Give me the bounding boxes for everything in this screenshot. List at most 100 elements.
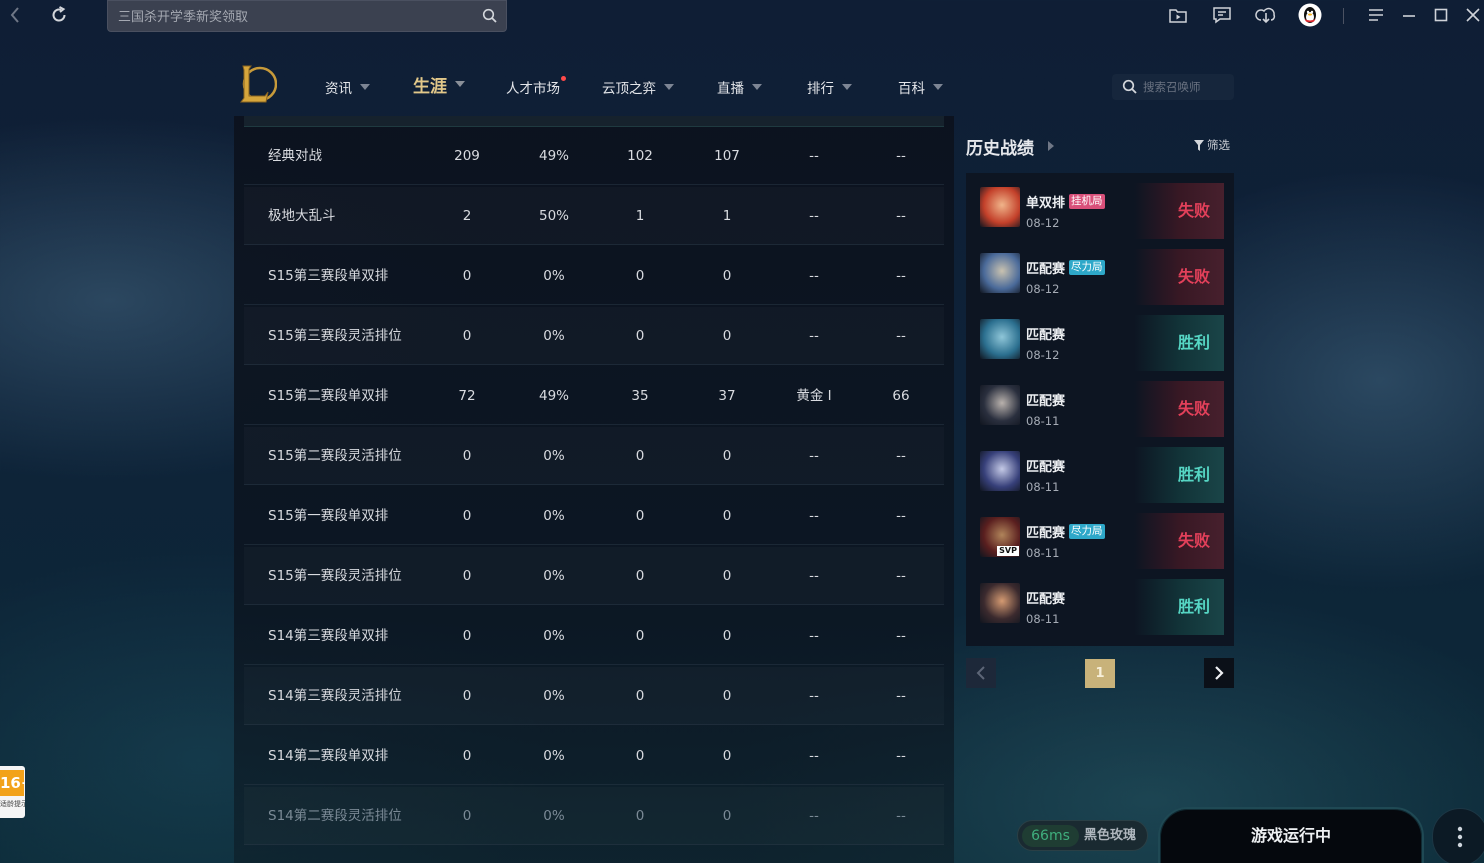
- history-title[interactable]: 历史战绩: [966, 134, 1034, 159]
- match-mode: 匹配赛 尽力局: [1026, 258, 1105, 277]
- cell-losses: 0: [722, 688, 732, 704]
- nav-ranking[interactable]: 排行: [807, 76, 852, 98]
- champion-portrait[interactable]: [980, 253, 1020, 293]
- cell-mode: S14第三赛段灵活排位: [268, 688, 402, 704]
- match-item[interactable]: 匹配赛 尽力局 08-12 失败: [978, 241, 1224, 305]
- filter-button[interactable]: 筛选: [1194, 137, 1230, 153]
- cell-total: 0: [462, 448, 472, 464]
- champion-portrait[interactable]: [980, 451, 1020, 491]
- match-item[interactable]: SVP 匹配赛 尽力局 08-11 失败: [978, 505, 1224, 569]
- cell-total: 2: [462, 208, 472, 224]
- chevron-down-icon: [842, 84, 852, 90]
- minimize-icon[interactable]: [1398, 0, 1420, 30]
- cell-losses: 0: [722, 268, 732, 284]
- nav-talent-market-label: 人才市场: [506, 81, 560, 97]
- search-icon[interactable]: [482, 8, 498, 24]
- cell-total: 0: [462, 628, 472, 644]
- match-mode: 匹配赛: [1026, 324, 1065, 343]
- champion-portrait[interactable]: [980, 583, 1020, 623]
- search-icon[interactable]: [1122, 79, 1138, 95]
- cell-losses: 0: [722, 508, 732, 524]
- cell-rate: 0%: [543, 328, 565, 344]
- match-tag: 尽力局: [1069, 260, 1105, 275]
- cell-lp: --: [896, 628, 906, 644]
- server-status[interactable]: 66ms 黑色玫瑰: [1017, 820, 1148, 851]
- cell-tier: --: [809, 268, 819, 284]
- match-item[interactable]: 匹配赛 08-11 失败: [978, 373, 1224, 437]
- nav-news[interactable]: 资讯: [325, 76, 370, 98]
- table-header: [244, 116, 944, 127]
- summoner-search-box[interactable]: [1112, 74, 1234, 100]
- svp-badge: SVP: [997, 546, 1019, 556]
- match-result: 胜利: [1134, 579, 1224, 635]
- cell-losses: 37: [718, 388, 736, 404]
- more-options-button[interactable]: [1432, 808, 1484, 863]
- refresh-icon[interactable]: [46, 0, 72, 30]
- champion-portrait[interactable]: SVP: [980, 517, 1020, 557]
- menu-icon[interactable]: [1365, 0, 1387, 30]
- download-icon[interactable]: [1254, 0, 1278, 30]
- message-icon[interactable]: [1210, 0, 1234, 30]
- cell-wins: 0: [635, 508, 645, 524]
- match-tag: 尽力局: [1069, 524, 1105, 539]
- table-row: S15第一赛段灵活排位 0 0% 0 0 -- --: [244, 547, 944, 605]
- cell-total: 0: [462, 328, 472, 344]
- nav-talent-market[interactable]: 人才市场: [506, 76, 566, 98]
- game-running-button[interactable]: 游戏运行中: [1158, 807, 1424, 863]
- cell-tier: --: [809, 508, 819, 524]
- match-item[interactable]: 单双排 挂机局 08-12 失败: [978, 175, 1224, 239]
- match-history-list: 单双排 挂机局 08-12 失败 匹配赛 尽力局 08-12 失败 匹配赛 08-12 胜利 匹配赛 0…: [966, 173, 1234, 646]
- cell-losses: 0: [722, 808, 732, 824]
- table-row: S14第三赛段灵活排位 0 0% 0 0 -- --: [244, 667, 944, 725]
- cell-lp: 66: [892, 388, 910, 404]
- pager-prev-button[interactable]: [966, 658, 996, 688]
- cell-rate: 0%: [543, 448, 565, 464]
- match-item[interactable]: 匹配赛 08-11 胜利: [978, 439, 1224, 503]
- match-date: 08-12: [1026, 282, 1060, 296]
- cell-tier: --: [809, 748, 819, 764]
- folder-play-icon[interactable]: [1167, 0, 1189, 30]
- cell-rate: 0%: [543, 808, 565, 824]
- nav-tft[interactable]: 云顶之弈: [602, 76, 674, 98]
- nav-ranking-label: 排行: [807, 81, 834, 97]
- cell-mode: S15第一赛段单双排: [268, 508, 389, 524]
- match-tag: 挂机局: [1069, 194, 1105, 209]
- nav-career[interactable]: 生涯: [413, 73, 465, 97]
- match-result: 失败: [1134, 183, 1224, 239]
- cell-lp: --: [896, 328, 906, 344]
- close-icon[interactable]: [1462, 0, 1484, 30]
- nav-live[interactable]: 直播: [717, 76, 762, 98]
- top-search-bar[interactable]: [107, 0, 507, 32]
- match-item[interactable]: 匹配赛 08-12 胜利: [978, 307, 1224, 371]
- cell-tier: --: [809, 448, 819, 464]
- match-item[interactable]: 匹配赛 08-11 胜利: [978, 571, 1224, 635]
- match-mode-label: 匹配赛: [1026, 592, 1066, 607]
- cell-tier: --: [809, 148, 819, 164]
- chevron-down-icon: [455, 81, 465, 87]
- pager-next-button[interactable]: [1204, 658, 1234, 688]
- back-arrow-icon[interactable]: [4, 0, 26, 30]
- chevron-right-icon: [1215, 666, 1224, 680]
- lol-logo-icon[interactable]: [237, 62, 278, 106]
- match-date: 08-11: [1026, 414, 1060, 428]
- maximize-icon[interactable]: [1430, 0, 1452, 30]
- cell-tier: --: [809, 568, 819, 584]
- nav-wiki[interactable]: 百科: [898, 76, 943, 98]
- champion-portrait[interactable]: [980, 187, 1020, 227]
- table-row: 经典对战 209 49% 102 107 -- --: [244, 127, 944, 185]
- champion-portrait[interactable]: [980, 385, 1020, 425]
- champion-portrait[interactable]: [980, 319, 1020, 359]
- qq-penguin-avatar[interactable]: [1297, 0, 1323, 30]
- top-search-input[interactable]: [118, 7, 458, 27]
- cell-mode: S14第二赛段单双排: [268, 748, 389, 764]
- chevron-right-icon[interactable]: [1048, 141, 1054, 151]
- cell-lp: --: [896, 148, 906, 164]
- cell-tier: --: [809, 688, 819, 704]
- summoner-search-input[interactable]: [1143, 79, 1231, 95]
- table-row: 极地大乱斗 2 50% 1 1 -- --: [244, 187, 944, 245]
- nav-tft-label: 云顶之弈: [602, 81, 656, 97]
- age-rating: 16+: [0, 770, 25, 796]
- pager-page-current[interactable]: 1: [1085, 659, 1115, 688]
- cell-lp: --: [896, 268, 906, 284]
- match-mode-label: 匹配赛: [1026, 262, 1066, 277]
